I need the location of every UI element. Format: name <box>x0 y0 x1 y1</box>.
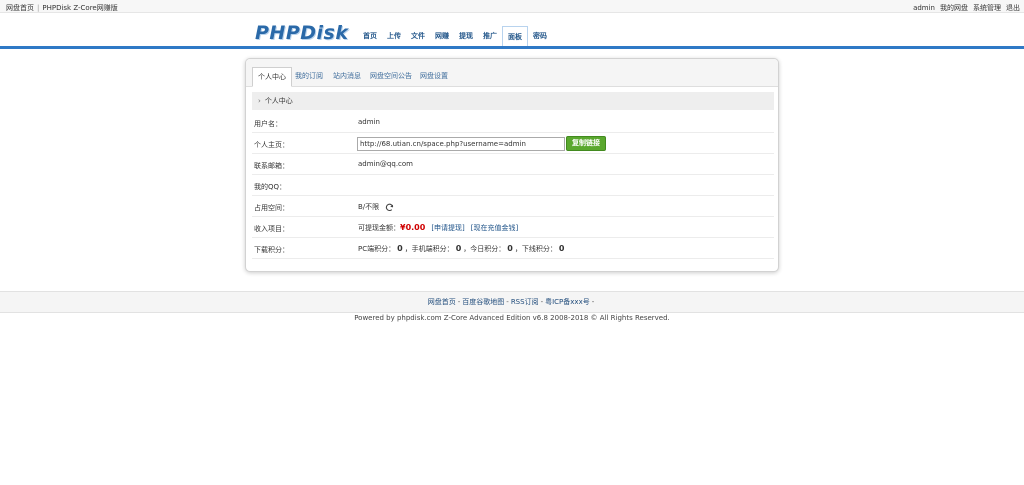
logout-link[interactable]: 退出 <box>1006 4 1020 12</box>
row-username: 用户名： admin <box>252 112 774 133</box>
tab-announcements[interactable]: 网盘空间公告 <box>365 67 417 87</box>
nav-earn[interactable]: 网赚 <box>430 26 454 47</box>
footer-links: 网盘首页 - 百度谷歌地图 - RSS订阅 - 粤ICP备xxx号 - <box>0 297 1024 307</box>
email-label: 联系邮箱： <box>254 162 289 170</box>
downline-points-label: ，下线积分： <box>514 245 557 253</box>
footer: 网盘首页 - 百度谷歌地图 - RSS订阅 - 粤ICP备xxx号 - <box>0 291 1024 313</box>
nav-withdraw[interactable]: 提现 <box>454 26 478 47</box>
pc-points: 0 <box>397 244 403 253</box>
pc-points-label: PC端积分： <box>358 245 396 253</box>
username-link[interactable]: admin <box>913 4 935 12</box>
qq-label: 我的QQ： <box>254 183 287 191</box>
product-link[interactable]: PHPDisk Z-Core网赚版 <box>42 4 117 12</box>
points-label: 下载积分： <box>254 246 289 254</box>
refresh-icon[interactable] <box>385 203 394 212</box>
nav-password[interactable]: 密码 <box>528 26 552 47</box>
space-label: 占用空间： <box>254 204 289 212</box>
footer-icp-link[interactable]: 粤ICP备xxx号 <box>545 298 590 306</box>
points-value: PC端积分： 0 ，手机端积分： 0 ，今日积分： 0 ，下线积分： 0 <box>358 244 566 254</box>
footer-rss-link[interactable]: RSS订阅 <box>511 298 539 306</box>
tab-settings[interactable]: 网盘设置 <box>415 67 453 87</box>
tab-profile[interactable]: 个人中心 <box>252 67 292 87</box>
row-qq: 我的QQ： <box>252 175 774 196</box>
section-title: 个人中心 <box>264 97 293 105</box>
my-disk-link[interactable]: 我的网盘 <box>940 4 968 12</box>
today-points: 0 <box>507 244 513 253</box>
today-points-label: ，今日积分： <box>463 245 506 253</box>
row-email: 联系邮箱： admin@qq.com <box>252 154 774 175</box>
main-nav: 首页 上传 文件 网赚 提现 推广 面板 密码 <box>358 26 552 48</box>
admin-link[interactable]: 系统管理 <box>973 4 1001 12</box>
top-bar-left: 网盘首页 | PHPDisk Z-Core网赚版 <box>6 3 118 13</box>
nav-home[interactable]: 首页 <box>358 26 382 47</box>
footer-dash: - <box>540 298 544 306</box>
nav-files[interactable]: 文件 <box>406 26 430 47</box>
space-value: B/不限 <box>358 203 380 211</box>
top-bar-right: admin 我的网盘 系统管理 退出 <box>908 3 1020 13</box>
username-value: admin <box>358 118 380 126</box>
section-header: › 个人中心 <box>252 92 774 110</box>
footer-home-link[interactable]: 网盘首页 <box>428 298 456 306</box>
row-space: 占用空间： B/不限 <box>252 196 774 217</box>
apply-withdraw-link[interactable]: [申请提现] <box>431 224 464 232</box>
copyright: Powered by phpdisk.com Z-Core Advanced E… <box>354 314 670 322</box>
nav-panel[interactable]: 面板 <box>502 26 528 48</box>
footer-dash: - <box>506 298 509 306</box>
withdrawable-label: 可提现金额： <box>358 224 400 232</box>
row-points: 下载积分： PC端积分： 0 ，手机端积分： 0 ，今日积分： 0 ，下线积分： 0 <box>252 238 774 259</box>
separator: | <box>37 4 40 12</box>
homepage-url-input[interactable] <box>357 137 565 151</box>
header: PHPDisk 首页 上传 文件 网赚 提现 推广 面板 密码 <box>0 13 1024 48</box>
chevron-right-icon: › <box>258 97 261 105</box>
nav-upload[interactable]: 上传 <box>382 26 406 47</box>
panel-tabs: 个人中心 我的订阅 站内消息 网盘空间公告 网盘设置 <box>246 59 778 87</box>
row-homepage: 个人主页： 复制链接 <box>252 133 774 154</box>
downline-points: 0 <box>558 244 565 253</box>
footer-dash: - <box>591 298 595 306</box>
username-label: 用户名： <box>254 120 282 128</box>
home-link[interactable]: 网盘首页 <box>6 4 34 12</box>
income-label: 收入项目： <box>254 225 289 233</box>
email-value: admin@qq.com <box>358 160 413 168</box>
user-panel: 个人中心 我的订阅 站内消息 网盘空间公告 网盘设置 › 个人中心 用户名： ad… <box>245 58 779 272</box>
income-value: 可提现金额：¥0.00 [申请提现] [现在充值金钱] <box>358 223 518 233</box>
recharge-link[interactable]: [现在充值金钱] <box>471 224 518 232</box>
top-bar: 网盘首页 | PHPDisk Z-Core网赚版 admin 我的网盘 系统管理 退出 <box>0 0 1024 13</box>
footer-sitemap-link[interactable]: 百度谷歌地图 <box>462 298 504 306</box>
tab-subscriptions[interactable]: 我的订阅 <box>290 67 328 87</box>
nav-promote[interactable]: 推广 <box>478 26 502 47</box>
footer-dash: - <box>457 298 461 306</box>
header-divider <box>0 46 1024 49</box>
space-value-wrap: B/不限 <box>358 202 394 212</box>
homepage-label: 个人主页： <box>254 141 289 149</box>
withdrawable-amount: ¥0.00 <box>400 223 426 232</box>
tab-messages[interactable]: 站内消息 <box>328 67 366 87</box>
copy-link-button[interactable]: 复制链接 <box>566 136 606 151</box>
logo[interactable]: PHPDisk <box>255 22 348 44</box>
mobile-points: 0 <box>455 244 462 253</box>
row-income: 收入项目： 可提现金额：¥0.00 [申请提现] [现在充值金钱] <box>252 217 774 238</box>
mobile-points-label: ，手机端积分： <box>404 245 454 253</box>
